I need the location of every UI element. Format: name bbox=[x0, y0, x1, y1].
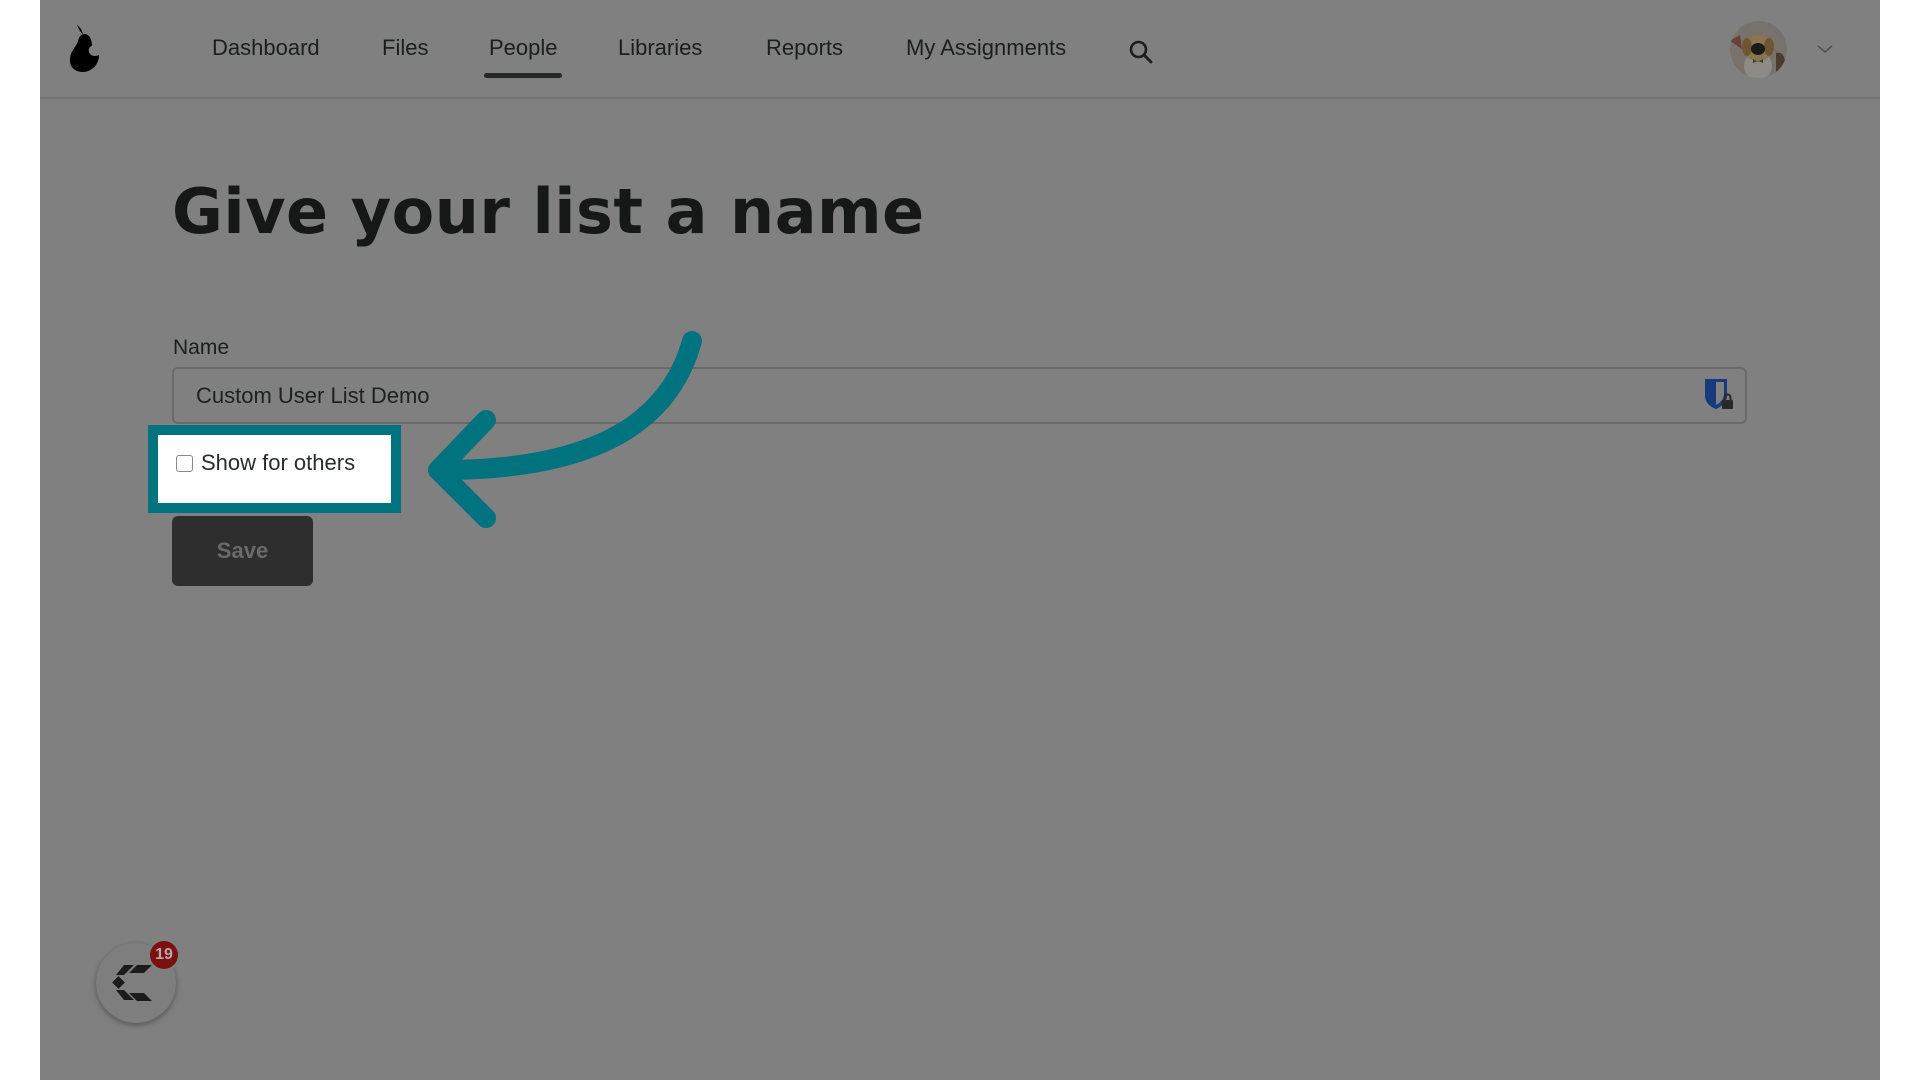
user-avatar[interactable] bbox=[1730, 21, 1787, 78]
page-title: Give your list a name bbox=[172, 175, 925, 248]
notification-count-badge: 19 bbox=[150, 941, 178, 969]
app-window: Dashboard Files People Libraries Reports… bbox=[40, 0, 1880, 1080]
active-nav-indicator bbox=[484, 73, 562, 78]
show-for-others-checkbox[interactable] bbox=[176, 455, 193, 472]
nav-dashboard[interactable]: Dashboard bbox=[212, 34, 320, 62]
nav-libraries[interactable]: Libraries bbox=[618, 34, 702, 62]
name-input[interactable] bbox=[172, 367, 1747, 424]
search-icon[interactable] bbox=[1128, 39, 1154, 65]
nav-people[interactable]: People bbox=[489, 34, 558, 62]
curved-arrow-left-icon bbox=[428, 331, 702, 528]
pear-logo-icon[interactable] bbox=[68, 24, 104, 74]
nav-my-assignments[interactable]: My Assignments bbox=[906, 34, 1066, 62]
nav-files[interactable]: Files bbox=[382, 34, 428, 62]
nav-reports[interactable]: Reports bbox=[766, 34, 843, 62]
bitwarden-shield-lock-icon[interactable] bbox=[1703, 378, 1735, 410]
name-field-label: Name bbox=[173, 336, 230, 359]
show-for-others-label[interactable]: Show for others bbox=[201, 450, 355, 476]
dog-photo-icon bbox=[1730, 21, 1787, 78]
show-for-others-highlight: Show for others bbox=[148, 425, 401, 513]
top-navigation-bar: Dashboard Files People Libraries Reports… bbox=[40, 0, 1880, 99]
chevron-down-icon[interactable] bbox=[1816, 43, 1834, 55]
save-button[interactable]: Save bbox=[172, 516, 313, 586]
